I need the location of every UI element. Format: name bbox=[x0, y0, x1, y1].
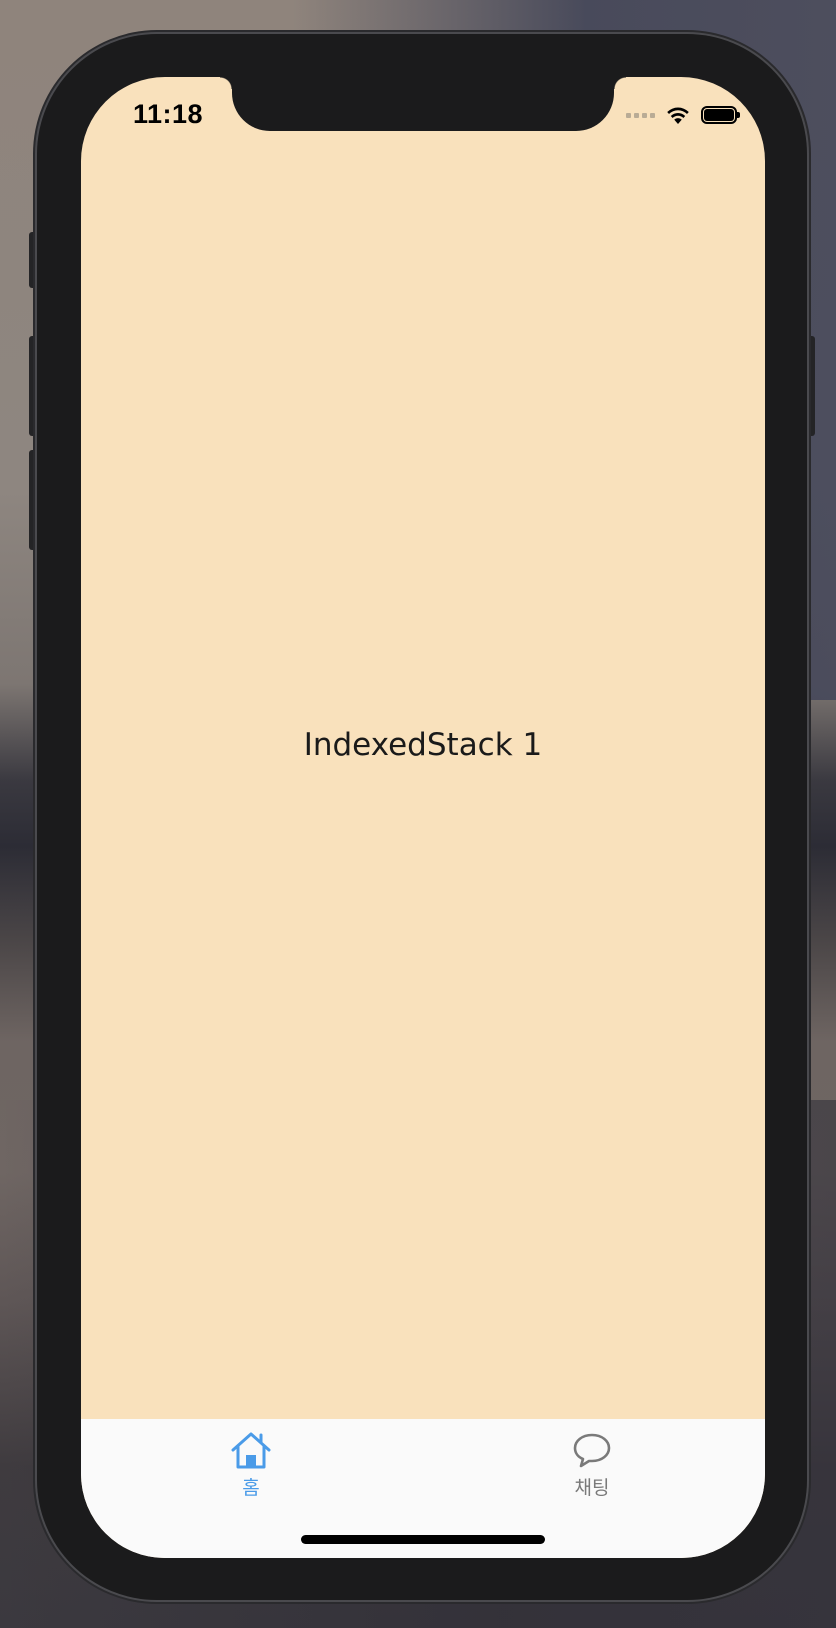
status-icons bbox=[626, 101, 740, 129]
home-indicator[interactable] bbox=[301, 1535, 545, 1544]
notch bbox=[220, 77, 626, 131]
chat-bubble-icon bbox=[573, 1433, 611, 1468]
tab-home-label: 홈 bbox=[242, 1477, 260, 1499]
battery-icon bbox=[701, 106, 740, 124]
tab-chat-label: 채팅 bbox=[574, 1477, 610, 1499]
app-screen: 11:18 IndexedStack 1 홈 채팅 bbox=[81, 77, 765, 1558]
cellular-signal-icon bbox=[626, 112, 655, 118]
indexed-stack-label: IndexedStack 1 bbox=[303, 727, 543, 763]
wifi-icon bbox=[667, 107, 689, 124]
status-time: 11:18 bbox=[133, 99, 204, 129]
home-icon bbox=[231, 1432, 271, 1469]
tab-home[interactable]: 홈 bbox=[191, 1431, 311, 1500]
tab-chat[interactable]: 채팅 bbox=[532, 1431, 652, 1500]
